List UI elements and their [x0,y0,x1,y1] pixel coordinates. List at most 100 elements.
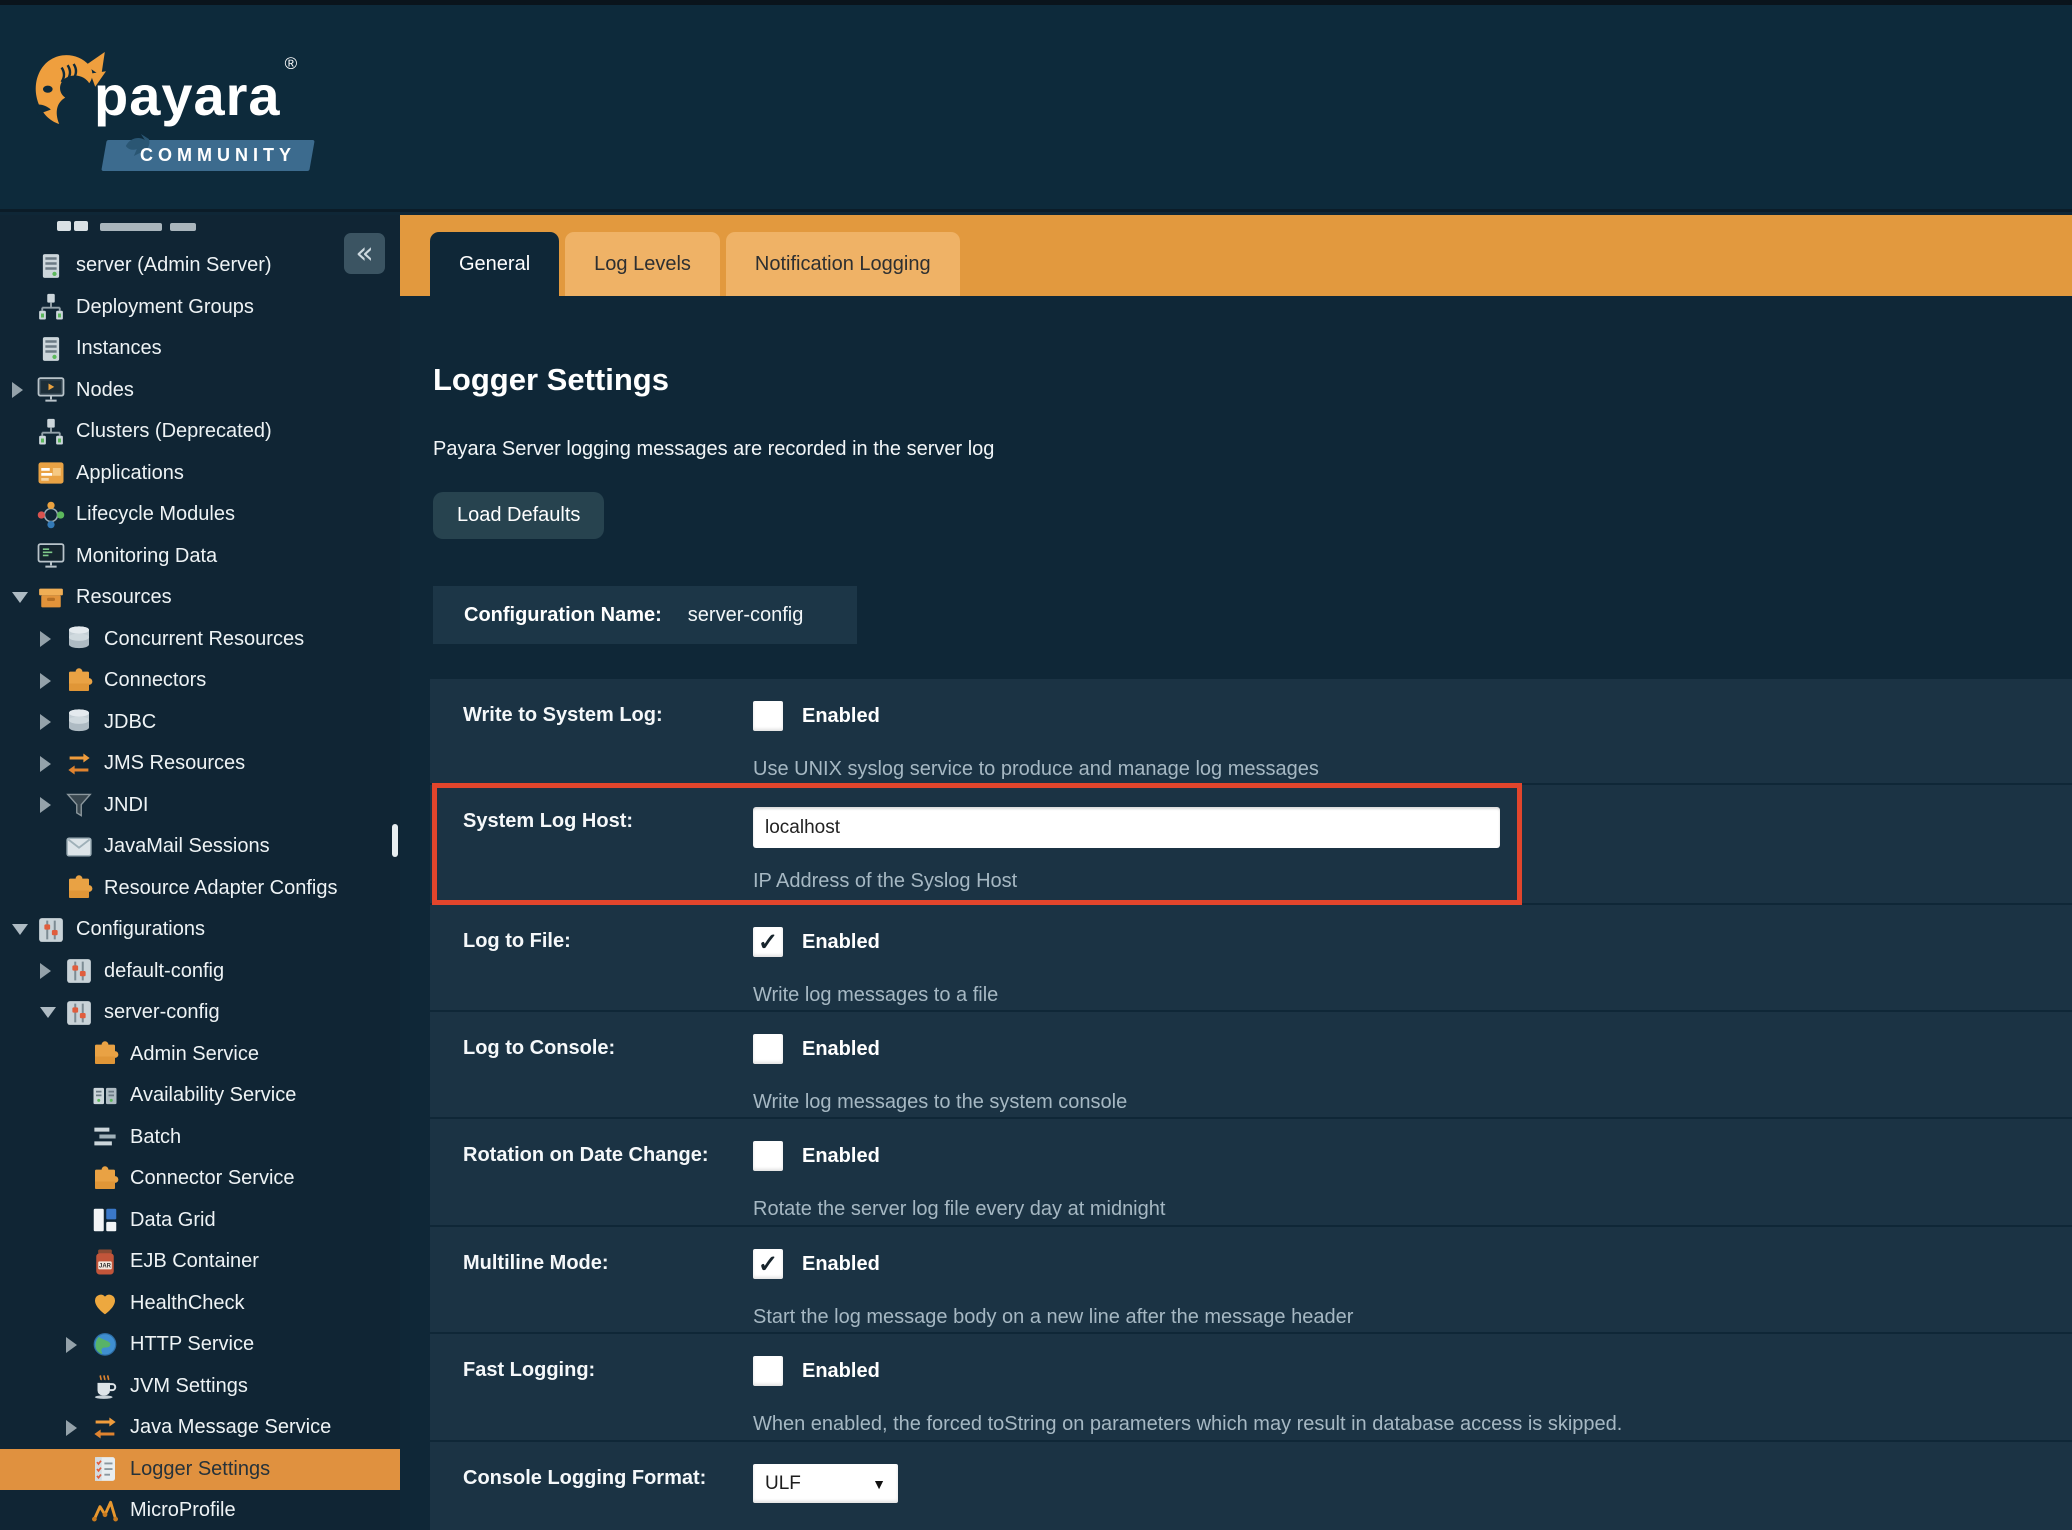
expand-arrow-icon[interactable] [40,673,51,689]
sidebar-item-label: Monitoring Data [76,545,217,568]
expand-arrow-icon[interactable] [40,963,51,979]
sidebar-item-deployment-groups[interactable]: Deployment Groups [0,287,400,329]
hierarchy-icon [36,417,66,447]
field-label-rotation-on-date-change: Rotation on Date Change: [463,1141,753,1225]
sidebar-item-resource-adapter-configs[interactable]: Resource Adapter Configs [0,868,400,910]
sidebar-item-applications[interactable]: Applications [0,453,400,495]
enabled-label: Enabled [802,931,880,954]
registered-mark-icon: ® [285,54,299,73]
select-value: ULF [765,1473,801,1495]
sidebar-item-label: Instances [76,337,162,360]
payara-logo: payara® COMMUNITY [28,23,328,183]
rotation-on-date-change-checkbox[interactable] [753,1141,783,1171]
sidebar-item-clusters-deprecated[interactable]: Clusters (Deprecated) [0,411,400,453]
configuration-name-label: Configuration Name: [464,604,662,627]
main-content: GeneralLog LevelsNotification Logging Lo… [400,215,2072,1530]
field-control-fast-logging: EnabledWhen enabled, the forced toString… [753,1356,2072,1440]
enabled-label: Enabled [802,705,880,728]
sidebar-item-nodes[interactable]: Nodes [0,370,400,412]
sidebar-item-healthcheck[interactable]: HealthCheck [0,1283,400,1325]
tabs: GeneralLog LevelsNotification Logging [430,232,966,296]
collapse-arrow-icon[interactable] [40,1007,56,1018]
sidebar-item-logger-settings[interactable]: Logger Settings [0,1449,400,1491]
batch-icon [90,1122,120,1152]
tab-notification-logging[interactable]: Notification Logging [726,232,960,296]
sidebar-item-connectors[interactable]: Connectors [0,660,400,702]
sidebar-item-concurrent-resources[interactable]: Concurrent Resources [0,619,400,661]
sidebar-item-configurations[interactable]: Configurations [0,909,400,951]
sidebar-item-data-grid[interactable]: Data Grid [0,1200,400,1242]
sidebar-item-label: Configurations [76,918,205,941]
sidebar-item-server-config[interactable]: server-config [0,992,400,1034]
sidebar-item-ejb-container[interactable]: JAREJB Container [0,1241,400,1283]
puzzle-icon [64,873,94,903]
sidebar-item-connector-service[interactable]: Connector Service [0,1158,400,1200]
sidebar-item-jdbc[interactable]: JDBC [0,702,400,744]
sidebar-item-jndi[interactable]: JNDI [0,785,400,827]
availability-icon [90,1081,120,1111]
sidebar-item-http-service[interactable]: HTTP Service [0,1324,400,1366]
sidebar-item-label: Resources [76,586,172,609]
enabled-label: Enabled [802,1360,880,1383]
sidebar-item-batch[interactable]: Batch [0,1117,400,1159]
expand-arrow-icon[interactable] [40,714,51,730]
fast-logging-checkbox[interactable] [753,1356,783,1386]
arrows-icon [90,1413,120,1443]
write-to-system-log-checkbox[interactable] [753,701,783,731]
form-row-fast-logging: Fast Logging:EnabledWhen enabled, the fo… [430,1334,2072,1440]
multiline-mode-checkbox[interactable]: ✓ [753,1249,783,1279]
sidebar-item-availability-service[interactable]: Availability Service [0,1075,400,1117]
field-label-system-log-host: System Log Host: [463,807,753,903]
sidebar-item-instances[interactable]: Instances [0,328,400,370]
sidebar-item-jvm-settings[interactable]: JVM Settings [0,1366,400,1408]
sidebar-scrollbar-thumb[interactable] [392,824,398,857]
sidebar-item-label: HTTP Service [130,1333,254,1356]
tab-log-levels[interactable]: Log Levels [565,232,720,296]
monitoring-icon [36,541,66,571]
datagrid-icon [90,1205,120,1235]
coffee-icon [90,1371,120,1401]
expand-arrow-icon[interactable] [66,1337,77,1353]
sidebar-item-label: JavaMail Sessions [104,835,270,858]
collapse-arrow-icon[interactable] [12,592,28,603]
expand-arrow-icon[interactable] [66,1420,77,1436]
sidebar-item-label: HealthCheck [130,1292,245,1315]
field-label-log-to-file: Log to File: [463,927,753,1010]
console-logging-format-select[interactable]: ULF ▼ [753,1464,898,1503]
system-log-host-input[interactable] [753,807,1500,848]
expand-arrow-icon[interactable] [40,756,51,772]
sidebar-item-label: Connectors [104,669,206,692]
page-title: Logger Settings [433,362,2072,398]
tab-general[interactable]: General [430,232,559,296]
caret-down-icon: ▼ [872,1476,886,1492]
sidebar-item-default-config[interactable]: default-config [0,951,400,993]
sidebar-item-server-admin-server[interactable]: server (Admin Server) [0,245,400,287]
microprofile-icon [90,1496,120,1526]
sidebar-item-resources[interactable]: Resources [0,577,400,619]
heart-icon [90,1288,120,1318]
expand-arrow-icon[interactable] [12,382,23,398]
sidebar-item-jms-resources[interactable]: JMS Resources [0,743,400,785]
load-defaults-button[interactable]: Load Defaults [433,492,604,539]
tab-bar: GeneralLog LevelsNotification Logging [400,215,2072,296]
sidebar-item-label: server (Admin Server) [76,254,272,277]
expand-arrow-icon[interactable] [40,797,51,813]
field-description: Start the log message body on a new line… [753,1306,2072,1329]
sidebar-item-admin-service[interactable]: Admin Service [0,1034,400,1076]
field-label-fast-logging: Fast Logging: [463,1356,753,1440]
sidebar-item-label: Java Message Service [130,1416,331,1439]
form-row-log-to-file: Log to File:✓EnabledWrite log messages t… [430,905,2072,1010]
envelope-icon [64,832,94,862]
sidebar-item-java-message-service[interactable]: Java Message Service [0,1407,400,1449]
sidebar-item-lifecycle-modules[interactable]: Lifecycle Modules [0,494,400,536]
log-to-file-checkbox[interactable]: ✓ [753,927,783,957]
sidebar-item-microprofile[interactable]: MicroProfile [0,1490,400,1530]
sidebar-item-javamail-sessions[interactable]: JavaMail Sessions [0,826,400,868]
collapse-arrow-icon[interactable] [12,924,28,935]
collapse-sidebar-button[interactable]: « [344,233,385,274]
form-row-rotation-on-date-change: Rotation on Date Change:EnabledRotate th… [430,1119,2072,1225]
expand-arrow-icon[interactable] [40,631,51,647]
log-to-console-checkbox[interactable] [753,1034,783,1064]
form-row-console-logging-format: Console Logging Format:ULF▼Format for lo… [430,1442,2072,1530]
sidebar-item-monitoring-data[interactable]: Monitoring Data [0,536,400,578]
